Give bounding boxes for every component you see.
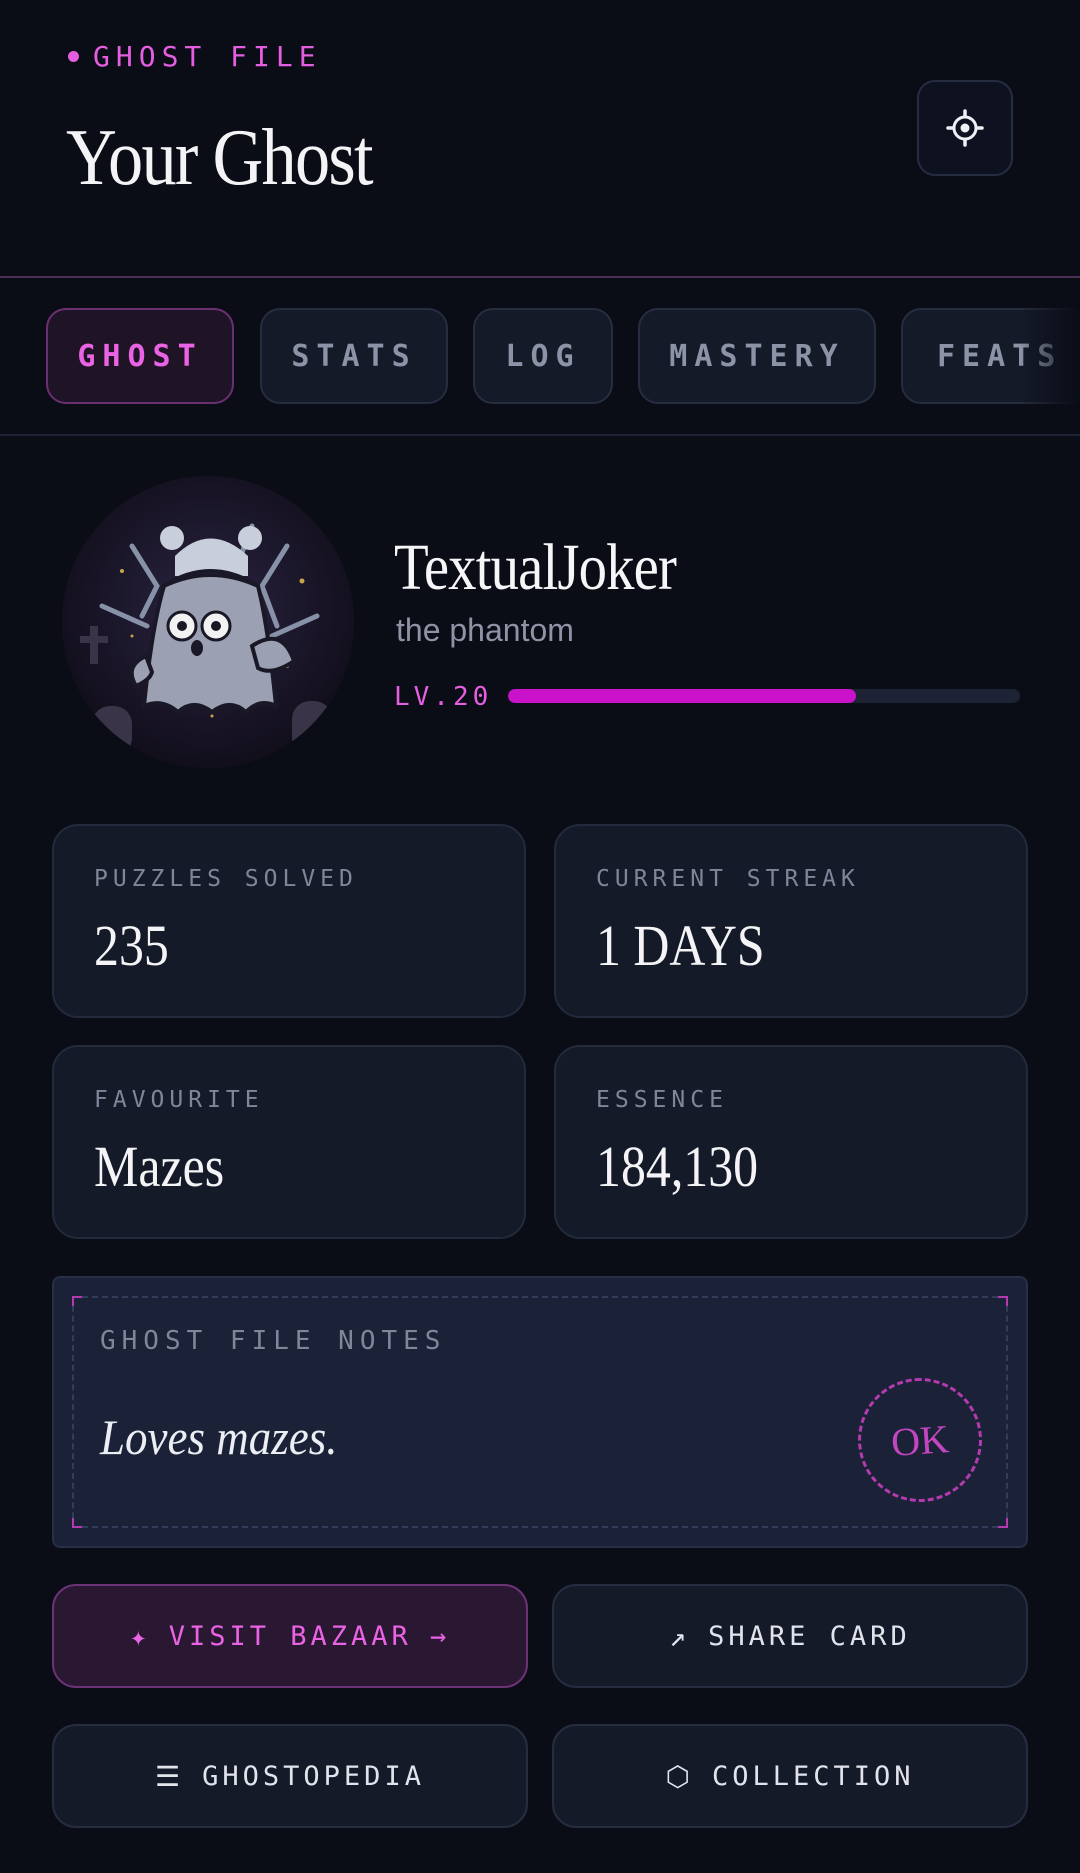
stat-label: ESSENCE xyxy=(596,1087,728,1113)
stat-value: 184,130 xyxy=(596,1134,759,1199)
button-label: VISIT BAZAAR xyxy=(168,1620,412,1652)
hexagon-icon: ⬡ xyxy=(665,1759,694,1793)
button-label: COLLECTION xyxy=(711,1760,915,1792)
button-label: SHARE CARD xyxy=(708,1620,911,1652)
page-kicker: GHOST FILE xyxy=(68,40,322,73)
ghostopedia-button[interactable]: ☰ GHOSTOPEDIA xyxy=(52,1724,528,1828)
corner-mark xyxy=(72,1296,82,1306)
xp-progress-fill xyxy=(508,689,857,703)
stat-label: FAVOURITE xyxy=(94,1087,264,1113)
ghost-file-notes: GHOST FILE NOTES Loves mazes. OK xyxy=(52,1276,1028,1548)
kicker-dot xyxy=(68,51,79,62)
stat-card-puzzles: PUZZLES SOLVED 235 xyxy=(52,824,526,1018)
stat-label: PUZZLES SOLVED xyxy=(94,866,358,892)
share-card-button[interactable]: ↗ SHARE CARD xyxy=(552,1584,1028,1688)
ghost-illustration xyxy=(62,476,354,768)
notes-text: Loves mazes. xyxy=(100,1409,338,1465)
button-label: GHOSTOPEDIA xyxy=(202,1760,425,1792)
xp-progress-bar xyxy=(508,689,1020,703)
arrow-up-right-icon: ↗ xyxy=(669,1619,691,1653)
arrow-right-icon: → xyxy=(429,1620,451,1652)
corner-mark xyxy=(998,1518,1008,1528)
notes-label: GHOST FILE NOTES xyxy=(100,1326,447,1356)
tab-mastery[interactable]: MASTERY xyxy=(638,308,876,404)
list-icon: ☰ xyxy=(155,1759,185,1793)
ghost-title: the phantom xyxy=(396,612,574,648)
stat-value: 235 xyxy=(94,913,169,978)
corner-mark xyxy=(72,1518,82,1528)
corner-mark xyxy=(998,1296,1008,1306)
tab-ghost[interactable]: GHOST xyxy=(46,308,234,404)
tab-bar: GHOST STATS LOG MASTERY FEATS xyxy=(0,278,1080,434)
stat-card-streak: CURRENT STREAK 1 DAYS xyxy=(554,824,1028,1018)
level-label: LV.20 xyxy=(394,682,493,712)
page-title: Your Ghost xyxy=(66,114,374,202)
kicker-text: GHOST FILE xyxy=(93,40,322,73)
sparkle-icon: ✦ xyxy=(129,1619,151,1653)
collection-button[interactable]: ⬡ COLLECTION xyxy=(552,1724,1028,1828)
tab-log[interactable]: LOG xyxy=(473,308,613,404)
visit-bazaar-button[interactable]: ✦ VISIT BAZAAR → xyxy=(52,1584,528,1688)
ghost-avatar xyxy=(62,476,354,768)
ghost-name: TextualJoker xyxy=(394,531,677,604)
stat-label: CURRENT STREAK xyxy=(596,866,860,892)
stat-value: Mazes xyxy=(94,1134,225,1199)
stat-card-favourite: FAVOURITE Mazes xyxy=(52,1045,526,1239)
settings-button[interactable] xyxy=(917,80,1013,176)
stat-value: 1 DAYS xyxy=(596,913,765,978)
gear-icon xyxy=(946,109,984,147)
tab-stats[interactable]: STATS xyxy=(260,308,448,404)
tabs-fade xyxy=(1020,278,1080,434)
stat-card-essence: ESSENCE 184,130 xyxy=(554,1045,1028,1239)
tabs-divider xyxy=(0,434,1080,436)
